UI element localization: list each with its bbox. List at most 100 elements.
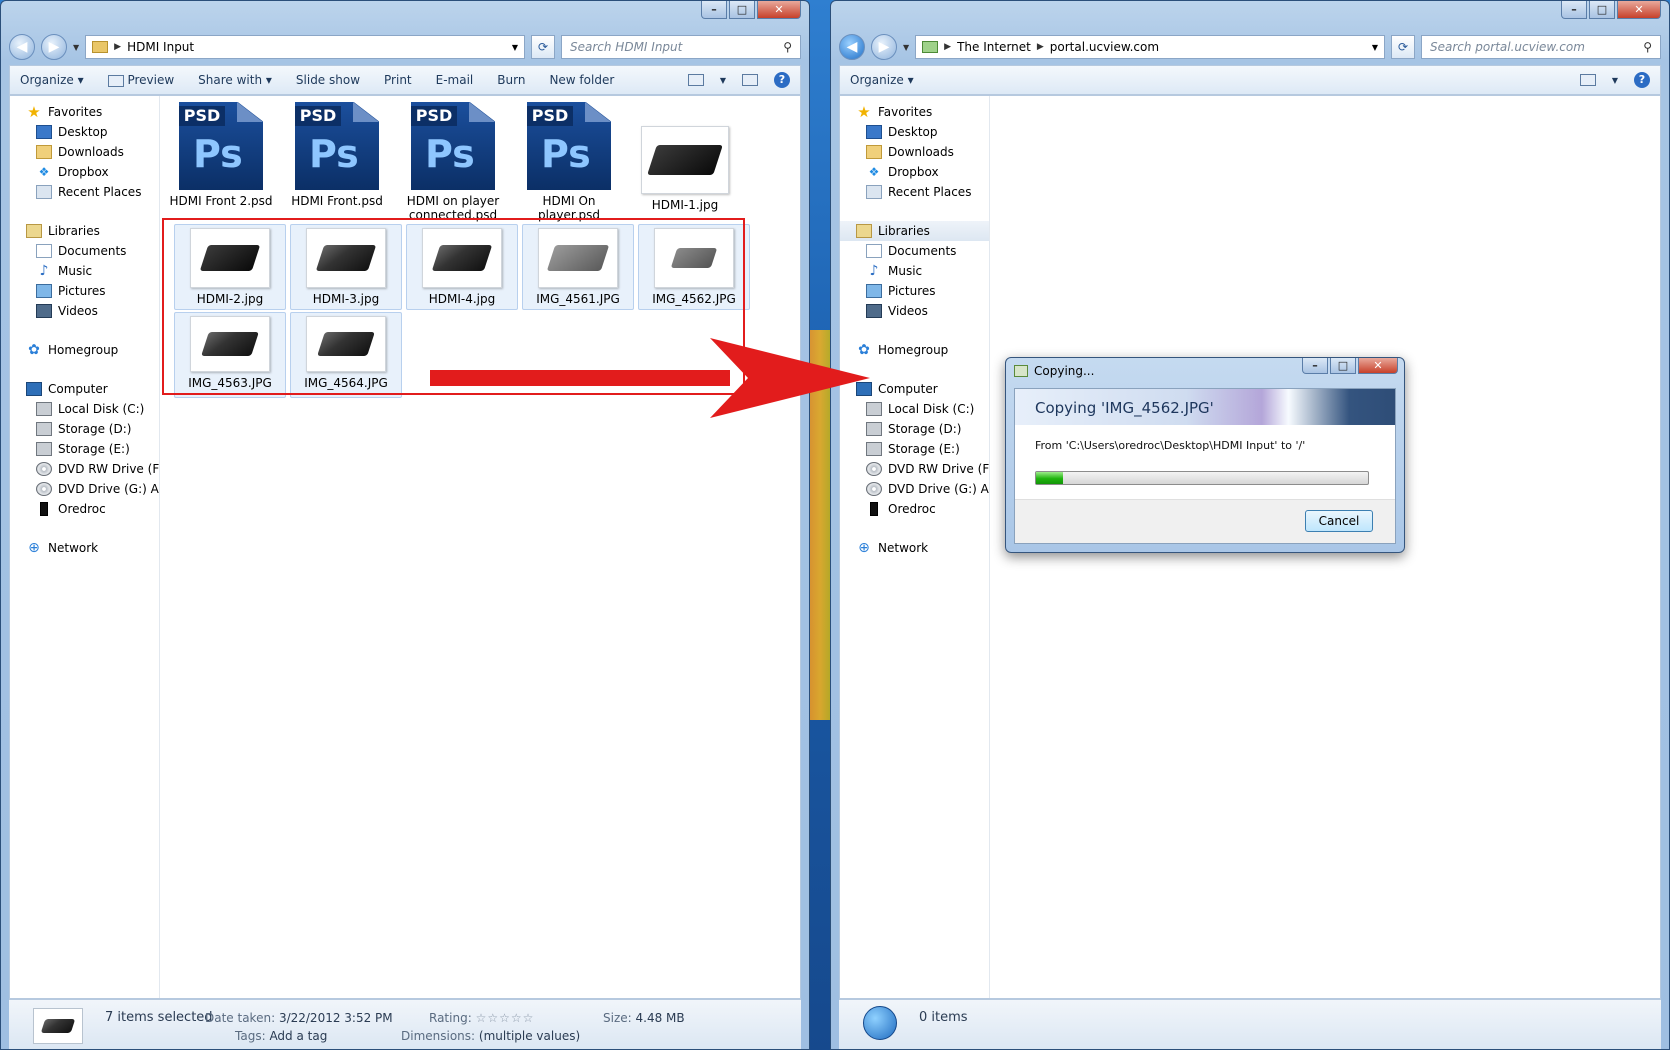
breadcrumb-chevron-icon[interactable]: ▶ (1037, 42, 1044, 52)
minimize-button[interactable]: – (1561, 1, 1587, 19)
address-dropdown-icon[interactable]: ▼ (1372, 43, 1378, 52)
preview-button[interactable]: Preview (107, 73, 174, 87)
tags-label: Tags: (235, 1029, 266, 1043)
nav-pictures[interactable]: Pictures (10, 281, 159, 301)
refresh-button[interactable]: ⟳ (531, 35, 555, 59)
nav-storage-e[interactable]: Storage (E:) (840, 439, 989, 459)
nav-dvd-rw-f[interactable]: DVD RW Drive (F:) (10, 459, 159, 479)
maximize-button[interactable]: □ (729, 1, 755, 19)
back-button[interactable]: ◀ (839, 34, 865, 60)
date-taken-value: 3/22/2012 3:52 PM (278, 1011, 393, 1025)
nav-favorites[interactable]: ★ Favorites (10, 102, 159, 122)
nav-libraries[interactable]: Libraries (10, 221, 159, 241)
help-icon[interactable]: ? (1634, 72, 1650, 88)
nav-videos[interactable]: Videos (10, 301, 159, 321)
file-item[interactable]: PSD Ps HDMI on player connected.psd (400, 102, 506, 222)
email-button[interactable]: E-mail (436, 73, 474, 87)
nav-downloads[interactable]: Downloads (10, 142, 159, 162)
address-bar[interactable]: ▶ The Internet ▶ portal.ucview.com ▼ (915, 35, 1385, 59)
phone-device-icon (40, 502, 48, 516)
breadcrumb-chevron-icon[interactable]: ▶ (114, 42, 121, 52)
address-bar[interactable]: ▶ HDMI Input ▼ (85, 35, 525, 59)
cancel-button[interactable]: Cancel (1305, 510, 1373, 532)
help-icon[interactable]: ? (774, 72, 790, 88)
nav-pictures[interactable]: Pictures (840, 281, 989, 301)
nav-recent-places[interactable]: Recent Places (10, 182, 159, 202)
file-item[interactable]: PSD Ps HDMI On player.psd (516, 102, 622, 222)
forward-button[interactable]: ▶ (41, 34, 67, 60)
nav-desktop[interactable]: Desktop (10, 122, 159, 142)
maximize-button[interactable]: □ (1330, 358, 1356, 374)
change-view-icon[interactable] (687, 74, 704, 86)
close-button[interactable]: ✕ (1617, 1, 1661, 19)
print-button[interactable]: Print (384, 73, 412, 87)
nav-dropbox[interactable]: ❖ Dropbox (10, 162, 159, 182)
file-item[interactable]: HDMI-1.jpg (632, 126, 738, 212)
nav-dropbox[interactable]: ❖ Dropbox (840, 162, 989, 182)
documents-icon (866, 244, 882, 258)
close-button[interactable]: ✕ (1358, 358, 1398, 374)
search-icon[interactable]: ⚲ (1643, 40, 1652, 54)
recent-pages-dropdown-icon[interactable]: ▼ (903, 43, 909, 52)
nav-libraries[interactable]: Libraries (840, 221, 989, 241)
nav-music[interactable]: ♪ Music (10, 261, 159, 281)
burn-button[interactable]: Burn (497, 73, 525, 87)
new-folder-button[interactable]: New folder (549, 73, 614, 87)
nav-storage-d[interactable]: Storage (D:) (10, 419, 159, 439)
slide-show-button[interactable]: Slide show (296, 73, 360, 87)
file-item[interactable]: PSD Ps HDMI Front 2.psd (168, 102, 274, 208)
nav-label: Computer (48, 382, 108, 396)
nav-dvd-rw-f[interactable]: DVD RW Drive (F:) (840, 459, 989, 479)
dimensions-label: Dimensions: (401, 1029, 476, 1043)
nav-local-disk-c[interactable]: Local Disk (C:) (10, 399, 159, 419)
search-input[interactable]: Search portal.ucview.com ⚲ (1421, 35, 1661, 59)
file-item[interactable]: PSD Ps HDMI Front.psd (284, 102, 390, 208)
back-button[interactable]: ◀ (9, 34, 35, 60)
nav-label: Recent Places (888, 185, 972, 199)
image-thumbnail (641, 126, 729, 194)
close-button[interactable]: ✕ (757, 1, 801, 19)
nav-desktop[interactable]: Desktop (840, 122, 989, 142)
nav-oredroc[interactable]: Oredroc (840, 499, 989, 519)
forward-button[interactable]: ▶ (871, 34, 897, 60)
nav-oredroc[interactable]: Oredroc (10, 499, 159, 519)
nav-downloads[interactable]: Downloads (840, 142, 989, 162)
nav-favorites[interactable]: ★ Favorites (840, 102, 989, 122)
minimize-button[interactable]: – (701, 1, 727, 19)
view-dropdown-icon[interactable]: ▼ (1612, 76, 1618, 85)
nav-network[interactable]: ⊕ Network (10, 538, 159, 558)
nav-dvd-g[interactable]: DVD Drive (G:) ADOBE (10, 479, 159, 499)
organize-button[interactable]: Organize ▾ (850, 73, 914, 87)
nav-documents[interactable]: Documents (10, 241, 159, 261)
tags-value[interactable]: Add a tag (269, 1029, 327, 1043)
change-view-icon[interactable] (1579, 74, 1596, 86)
breadcrumb-chevron-icon[interactable]: ▶ (944, 42, 951, 52)
preview-pane-icon[interactable] (742, 74, 758, 86)
music-icon: ♪ (39, 263, 49, 279)
organize-button[interactable]: Organize ▾ (20, 73, 84, 87)
nav-storage-e[interactable]: Storage (E:) (10, 439, 159, 459)
minimize-button[interactable]: – (1302, 358, 1328, 374)
nav-recent-places[interactable]: Recent Places (840, 182, 989, 202)
nav-dvd-g[interactable]: DVD Drive (G:) ADOBE (840, 479, 989, 499)
share-with-button[interactable]: Share with ▾ (198, 73, 272, 87)
breadcrumb-hdmi-input[interactable]: HDMI Input (127, 40, 194, 54)
search-input[interactable]: Search HDMI Input ⚲ (561, 35, 801, 59)
nav-label: Storage (E:) (58, 442, 130, 456)
nav-network[interactable]: ⊕ Network (840, 538, 989, 558)
view-dropdown-icon[interactable]: ▼ (720, 76, 726, 85)
nav-homegroup[interactable]: ✿ Homegroup (10, 340, 159, 360)
nav-music[interactable]: ♪ Music (840, 261, 989, 281)
address-dropdown-icon[interactable]: ▼ (512, 43, 518, 52)
nav-documents[interactable]: Documents (840, 241, 989, 261)
recent-pages-dropdown-icon[interactable]: ▼ (73, 43, 79, 52)
nav-videos[interactable]: Videos (840, 301, 989, 321)
rating-stars-icon[interactable]: ☆☆☆☆☆ (476, 1011, 535, 1025)
refresh-button[interactable]: ⟳ (1391, 35, 1415, 59)
breadcrumb-the-internet[interactable]: The Internet (957, 40, 1031, 54)
computer-icon (26, 382, 42, 396)
breadcrumb-portal[interactable]: portal.ucview.com (1050, 40, 1159, 54)
nav-computer[interactable]: Computer (10, 379, 159, 399)
search-icon[interactable]: ⚲ (783, 40, 792, 54)
maximize-button[interactable]: □ (1589, 1, 1615, 19)
